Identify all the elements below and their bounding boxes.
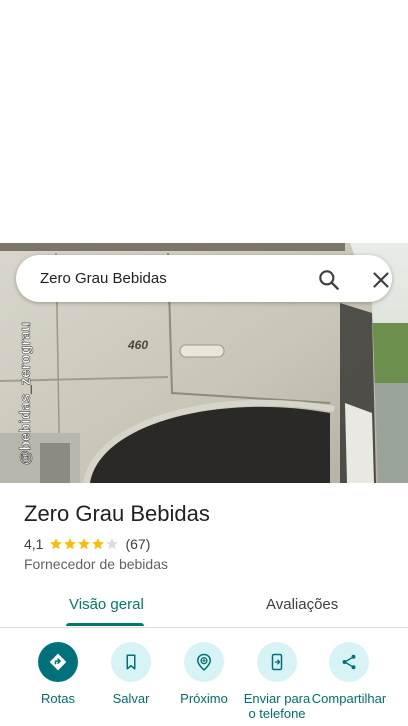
share-label: Compartilhar <box>311 691 387 706</box>
save-button[interactable]: Salvar <box>91 642 171 706</box>
bookmark-icon <box>126 654 136 670</box>
star-icon <box>78 538 91 550</box>
tab-reviews[interactable]: Avaliações <box>266 596 338 613</box>
search-input[interactable]: Zero Grau Bebidas <box>40 270 167 287</box>
directions-label: Rotas <box>41 691 75 706</box>
map-blank-area <box>0 0 408 243</box>
send-to-phone-button[interactable]: Enviar para o telefone <box>237 642 317 721</box>
clear-button[interactable] <box>368 267 394 293</box>
tab-bar: Visão geral Avaliações <box>0 588 408 628</box>
star-icon <box>50 538 63 550</box>
close-icon <box>373 272 389 288</box>
photo-watermark: @bebidas_zerograu <box>17 322 34 465</box>
rating-value: 4,1 <box>24 536 44 552</box>
rating-row[interactable]: 4,1 (67) <box>24 536 150 552</box>
action-bar: Rotas Salvar Próximo Enviar para o telef… <box>0 640 408 726</box>
search-bar[interactable]: Zero Grau Bebidas <box>16 255 392 302</box>
search-icon <box>319 270 339 290</box>
star-icon <box>64 538 77 550</box>
share-button[interactable]: Compartilhar <box>309 642 389 706</box>
send-to-phone-label: Enviar para o telefone <box>243 691 311 721</box>
directions-button-circle[interactable] <box>38 642 78 682</box>
send-to-phone-button-circle[interactable] <box>257 642 297 682</box>
save-button-circle[interactable] <box>111 642 151 682</box>
star-empty-icon <box>106 538 119 550</box>
nearby-icon <box>196 653 212 671</box>
review-count: (67) <box>125 536 151 552</box>
nearby-label: Próximo <box>180 691 228 706</box>
rating-stars <box>49 537 119 551</box>
active-tab-indicator <box>66 623 144 626</box>
directions-icon <box>49 653 67 671</box>
truck-badge-text: 460 <box>127 338 148 352</box>
directions-button[interactable]: Rotas <box>18 642 98 706</box>
place-title: Zero Grau Bebidas <box>24 501 210 526</box>
star-icon <box>92 538 105 550</box>
place-category: Fornecedor de bebidas <box>24 556 168 572</box>
nearby-button[interactable]: Próximo <box>164 642 244 706</box>
share-icon <box>342 654 356 670</box>
save-label: Salvar <box>112 691 150 706</box>
send-to-phone-icon <box>271 653 283 671</box>
tab-overview[interactable]: Visão geral <box>69 596 144 613</box>
search-button[interactable] <box>316 267 342 293</box>
share-button-circle[interactable] <box>329 642 369 682</box>
nearby-button-circle[interactable] <box>184 642 224 682</box>
